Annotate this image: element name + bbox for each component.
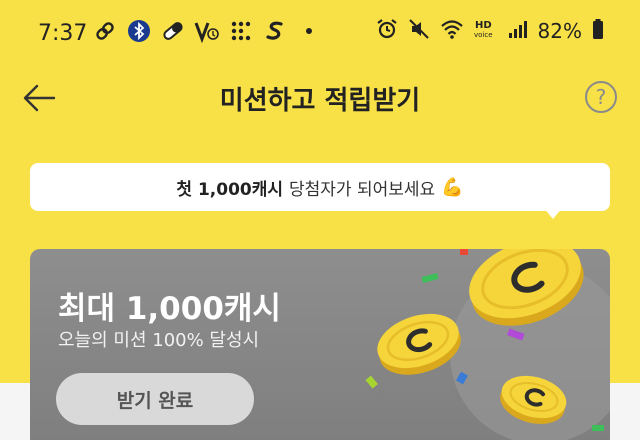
s-icon xyxy=(262,18,288,44)
mute-icon xyxy=(408,18,430,44)
confetti-red xyxy=(460,249,468,255)
v-check-icon xyxy=(194,18,220,44)
promo-banner: 첫 1,000캐시 당첨자가 되어보세요 💪 xyxy=(30,163,610,211)
confetti-lime xyxy=(365,375,378,389)
alarm-icon xyxy=(376,18,398,44)
reward-card: 최대 1,000캐시 오늘의 미션 100% 달성시 받기 완료 xyxy=(30,249,610,440)
dot-icon xyxy=(296,18,322,44)
page-title: 미션하고 적립받기 xyxy=(219,86,421,116)
link-icon xyxy=(92,18,118,44)
help-button[interactable]: ? xyxy=(584,80,618,114)
page-header: 미션하고 적립받기 ? xyxy=(0,66,640,130)
confetti-green xyxy=(421,273,439,283)
banner-tail xyxy=(543,207,563,219)
svg-text:voice: voice xyxy=(474,31,493,39)
question-circle-icon: ? xyxy=(585,81,617,113)
confetti-green-2 xyxy=(592,425,604,431)
status-left-icons xyxy=(92,18,322,44)
flexed-biceps-icon: 💪 xyxy=(441,176,464,198)
signal-icon xyxy=(508,18,528,44)
banner-strong-text: 첫 1,000캐시 xyxy=(176,179,284,200)
status-right-icons: HD voice 82% xyxy=(376,18,604,44)
battery-percent: 82% xyxy=(537,19,582,43)
banner-text: 당첨자가 되어보세요 xyxy=(289,179,436,200)
svg-text:HD: HD xyxy=(475,20,492,31)
reward-subtitle: 오늘의 미션 100% 달성시 xyxy=(58,330,260,351)
hd-voice-icon: HD voice xyxy=(474,18,498,44)
bluetooth-icon xyxy=(126,18,152,44)
reward-title: 최대 1,000캐시 xyxy=(58,291,281,327)
battery-icon xyxy=(592,18,604,44)
dots-88-icon xyxy=(228,18,254,44)
wifi-icon xyxy=(440,18,464,44)
receive-complete-button[interactable]: 받기 완료 xyxy=(56,373,254,425)
status-bar: 7:37 HD voice 82% xyxy=(0,0,640,66)
svg-text:?: ? xyxy=(596,85,607,109)
status-time: 7:37 xyxy=(38,21,88,46)
pill-icon xyxy=(160,18,186,44)
